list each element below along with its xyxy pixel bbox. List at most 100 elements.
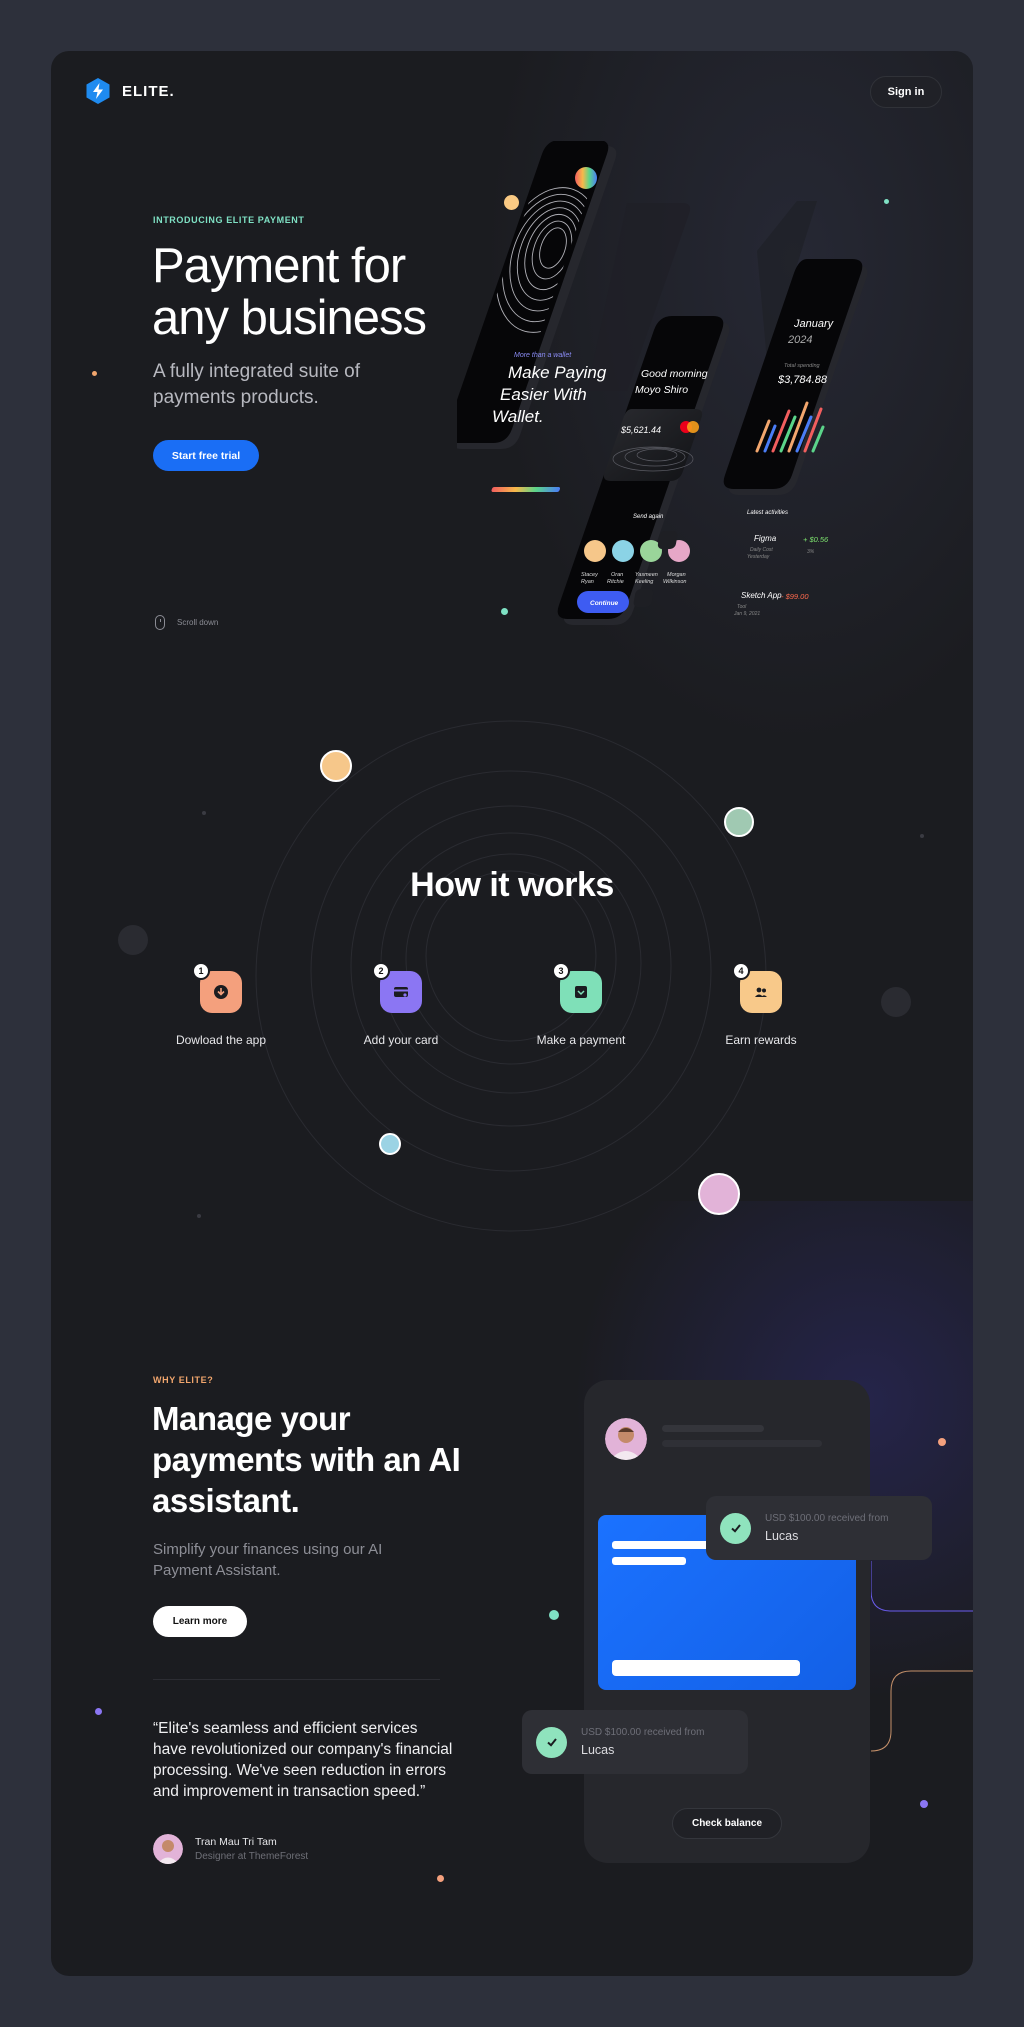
contact-2: Oran [611,572,623,578]
activity-sketch: Sketch App [741,591,782,600]
send-again-label: Send again [633,514,664,520]
scroll-down-label: Scroll down [177,618,219,627]
step-label: Earn rewards [725,1033,797,1047]
decor-dot [549,1610,559,1620]
assistant-avatar [605,1418,647,1460]
step-label: Add your card [363,1033,439,1047]
step-label: Make a payment [536,1033,626,1047]
decor-dot [938,1438,946,1446]
card-line [612,1557,686,1565]
svg-text:Ritchie: Ritchie [607,579,624,585]
start-free-trial-button[interactable]: Start free trial [153,440,259,471]
steps-list: 1 Dowload the app 2 Add your card 3 Make… [131,962,851,1047]
skeleton-line [662,1440,822,1447]
notification-text: USD $100.00 received from [581,1727,705,1738]
svg-text:Jan 9, 2021: Jan 9, 2021 [733,611,760,617]
check-icon [536,1726,567,1758]
stats-total-label: Total spending [784,363,821,369]
card-line [612,1660,800,1676]
step-icon-box: 2 [372,962,422,1013]
decor-dot [92,371,97,376]
step-number: 4 [732,962,750,980]
why-eyebrow: WHY ELITE? [153,1375,214,1385]
contact-3: Yasmeen [635,572,658,578]
step-number: 1 [192,962,210,980]
card-line [612,1541,712,1549]
step-item: 1 Dowload the app [131,962,311,1047]
step-icon-box: 4 [732,962,782,1013]
latest-activities-label: Latest activities [747,510,788,516]
why-title: Manage your payments with an AI assistan… [152,1400,461,1519]
wallet-tagline: More than a wallet [514,352,572,359]
step-number: 2 [372,962,390,980]
phone-mockups: More than a wallet Make Paying Easier Wi… [457,141,868,625]
scroll-down-hint[interactable]: Scroll down [155,615,218,630]
step-item: 2 Add your card [311,962,491,1047]
assistant-app-card: Check balance [584,1380,870,1863]
author-role: Designer at ThemeForest [195,1851,309,1862]
avatar [698,1173,740,1215]
continue-button: Continue [590,600,619,607]
check-icon [720,1512,751,1544]
activity-sketch-amount: - $99.00 [781,592,809,601]
svg-text:Daily Cost: Daily Cost [750,547,773,553]
avatar [379,1133,401,1155]
page-frame: ELITE. Sign in INTRODUCING ELITE PAYMENT… [51,51,973,1976]
contact-4: Morgan [667,572,686,578]
activity-figma: Figma [754,534,777,543]
mouse-icon [155,615,165,630]
skeleton-line [662,1425,764,1432]
brand-name: ELITE. [122,82,175,100]
testimonial-author: Tran Mau Tri Tam Designer at ThemeForest [153,1834,308,1864]
learn-more-button[interactable]: Learn more [153,1606,247,1637]
svg-text:Yesterday: Yesterday [747,554,770,560]
notification-name: Lucas [765,1529,799,1543]
svg-text:3%: 3% [807,549,815,555]
stats-year: 2024 [787,334,812,346]
wallet-headline-1: Make Paying [508,363,607,382]
svg-text:Wilkinson: Wilkinson [663,579,687,585]
activity-figma-amount: + $0.56 [803,535,829,544]
download-icon [214,985,228,999]
step-item: 4 Earn rewards [671,962,851,1047]
hero-subtitle: A fully integrated suite of payments pro… [153,361,361,408]
why-subtitle: Simplify your finances using our AI Paym… [153,1541,383,1579]
divider [153,1679,440,1680]
home-user-name: Moyo Shiro [635,384,688,396]
step-icon-box: 1 [192,962,242,1013]
decor-dot [920,1800,928,1808]
stats-total: $3,784.88 [777,374,828,386]
hero-title: Payment for any business [152,239,427,345]
wallet-headline-3: Wallet. [492,407,544,426]
wallet-icon [575,986,587,998]
svg-text:Keeling: Keeling [635,579,654,585]
how-it-works-title: How it works [410,866,614,904]
home-balance: $5,621.44 [620,425,661,435]
author-name: Tran Mau Tri Tam [195,1836,277,1848]
wallet-headline-2: Easier With [500,385,587,404]
author-avatar [153,1834,183,1864]
step-item: 3 Make a payment [491,962,671,1047]
decor-dot [95,1708,102,1715]
lightning-logo-icon [86,78,110,104]
wallet-phone: More than a wallet Make Paying Easier Wi… [457,141,617,449]
logo[interactable]: ELITE. [84,77,175,105]
check-balance-button[interactable]: Check balance [672,1808,782,1839]
sign-in-button[interactable]: Sign in [870,76,942,108]
step-icon-box: 3 [552,962,602,1013]
stats-month: January [793,318,835,330]
notification-name: Lucas [581,1743,615,1757]
hero-eyebrow: INTRODUCING ELITE PAYMENT [153,215,305,225]
decor-dot [118,925,148,955]
notification-text: USD $100.00 received from [765,1513,889,1524]
home-greeting: Good morning [641,368,708,380]
step-number: 3 [552,962,570,980]
card-icon [394,987,408,997]
connector-lines [871,1561,973,1752]
testimonial-quote: “Elite's seamless and efficient services… [153,1720,453,1800]
decor-dot [881,987,911,1017]
contact-1: Stacey [581,572,599,578]
avatar [724,807,754,837]
svg-text:Tool: Tool [737,604,747,610]
decor-dot [437,1875,444,1882]
